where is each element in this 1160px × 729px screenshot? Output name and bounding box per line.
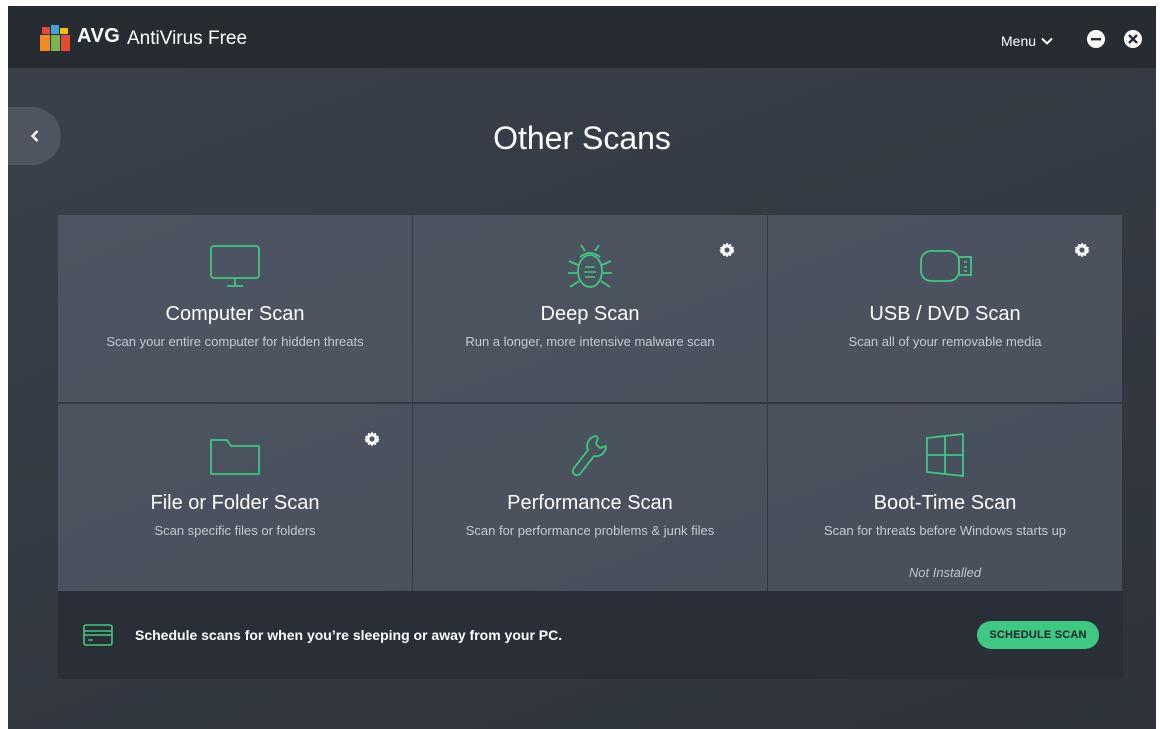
scan-title: Boot-Time Scan: [873, 492, 1017, 514]
monitor-icon: [205, 243, 265, 291]
usb-dvd-scan-tile[interactable]: USB / DVD Scan Scan all of your removabl…: [768, 215, 1122, 402]
boot-time-scan-tile[interactable]: Boot-Time Scan Scan for threats before W…: [768, 404, 1122, 591]
calendar-card-icon: [83, 623, 113, 647]
install-status: Not Installed: [908, 565, 982, 580]
scan-grid: Computer Scan Scan your entire computer …: [58, 215, 1123, 591]
folder-icon: [205, 432, 265, 480]
scan-description: Scan your entire computer for hidden thr…: [106, 334, 364, 349]
menu-button[interactable]: Menu: [1001, 33, 1053, 49]
gear-icon: [719, 242, 735, 258]
close-icon: [1128, 34, 1138, 44]
schedule-scan-button[interactable]: SCHEDULE SCAN: [977, 621, 1099, 649]
computer-scan-tile[interactable]: Computer Scan Scan your entire computer …: [58, 215, 412, 402]
chevron-down-icon: [1041, 37, 1053, 45]
scan-title: Performance Scan: [507, 492, 673, 514]
scan-description: Scan all of your removable media: [848, 334, 1042, 349]
scan-description: Scan for performance problems & junk fil…: [465, 523, 715, 538]
windows-icon: [915, 432, 975, 480]
deep-scan-settings-button[interactable]: [719, 242, 735, 258]
usb-drive-icon: [915, 243, 975, 291]
menu-label: Menu: [1001, 33, 1037, 49]
file-scan-settings-button[interactable]: [364, 431, 380, 447]
app-title: AntiVirus Free: [127, 28, 248, 49]
scan-title: File or Folder Scan: [150, 492, 320, 514]
scan-description: Scan for threats before Windows starts u…: [823, 523, 1067, 538]
avg-logo-icon: [40, 25, 70, 51]
schedule-bar: Schedule scans for when you’re sleeping …: [58, 591, 1123, 679]
schedule-text: Schedule scans for when you’re sleeping …: [135, 627, 563, 643]
wrench-icon: [560, 432, 620, 480]
title-bar: AVG AntiVirus Free Menu: [8, 6, 1156, 68]
scan-description: Scan specific files or folders: [154, 523, 316, 538]
logo-text: AVG: [77, 25, 121, 47]
scan-title: Deep Scan: [540, 303, 640, 325]
page-title: Other Scans: [493, 120, 671, 156]
scan-title: USB / DVD Scan: [869, 303, 1021, 325]
scan-description: Run a longer, more intensive malware sca…: [465, 334, 715, 349]
gear-icon: [1074, 242, 1090, 258]
scan-title: Computer Scan: [165, 303, 305, 325]
usb-scan-settings-button[interactable]: [1074, 242, 1090, 258]
gear-icon: [364, 431, 380, 447]
minimize-button[interactable]: [1087, 30, 1105, 48]
file-folder-scan-tile[interactable]: File or Folder Scan Scan specific files …: [58, 404, 412, 591]
close-button[interactable]: [1124, 30, 1142, 48]
deep-scan-tile[interactable]: Deep Scan Run a longer, more intensive m…: [413, 215, 767, 402]
bug-icon: [560, 243, 620, 291]
app-window: AVG AntiVirus Free Menu Other Scans Comp…: [8, 6, 1156, 729]
performance-scan-tile[interactable]: Performance Scan Scan for performance pr…: [413, 404, 767, 591]
minus-icon: [1091, 38, 1101, 41]
